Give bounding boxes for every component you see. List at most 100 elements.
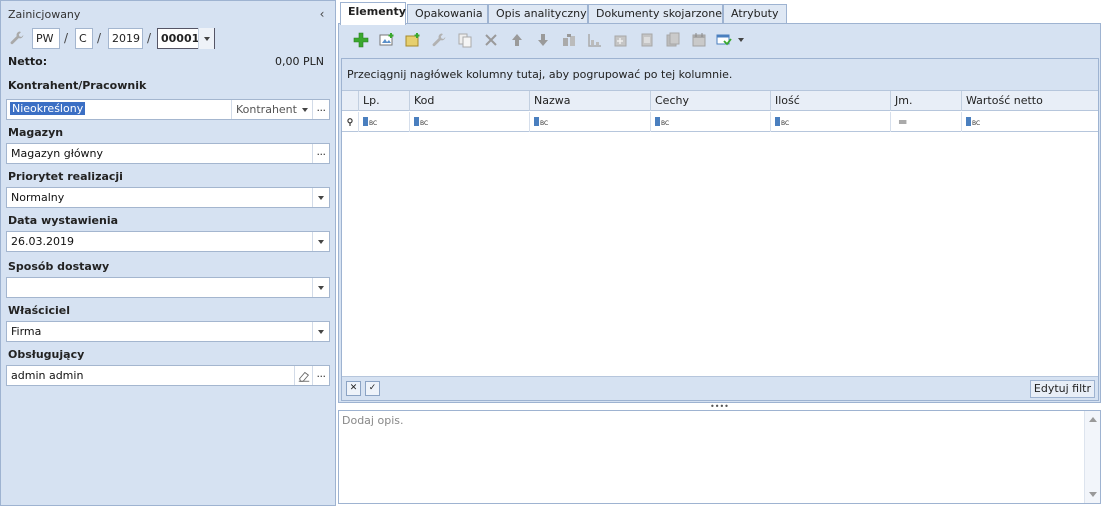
toolbar [349,30,1089,52]
netto-value: 0,00 PLN [275,55,324,68]
column-header-lp[interactable]: Lp. [358,91,409,111]
description-scrollbar[interactable] [1084,411,1100,503]
move-down-icon[interactable] [533,30,553,50]
filter-cell-cechy[interactable]: BC [650,112,770,132]
delete-icon[interactable] [481,30,501,50]
wrench-icon[interactable] [429,30,449,50]
text-filter-icon: BC [414,117,428,126]
calendar-icon[interactable] [689,30,709,50]
column-header-ilosc[interactable]: Ilość [770,91,890,111]
filter-cell-nazwa[interactable]: BC [529,112,650,132]
text-filter-icon: BC [775,117,789,126]
eraser-icon[interactable] [294,366,312,385]
scroll-up-icon[interactable] [1089,417,1097,422]
chevron-down-icon[interactable] [312,278,329,297]
contractor-field[interactable]: Nieokreślony Kontrahent ... [6,99,330,120]
tab-analytical-description[interactable]: Opis analityczny [488,4,588,24]
filter-row: BC BC BC BC BC ═ BC [342,112,1098,132]
add-icon[interactable] [351,30,371,50]
handler-field[interactable]: admin admin ... [6,365,330,386]
delivery-label: Sposób dostawy [8,260,110,273]
owner-value: Firma [11,325,42,338]
row-indicator-header [342,91,358,111]
number-separator: / [64,31,69,45]
elements-tab-content: Przeciągnij nagłówek kolumny tutaj, aby … [338,23,1101,403]
tab-attributes[interactable]: Atrybuty [723,4,787,24]
text-filter-icon: BC [966,117,980,126]
text-filter-icon: BC [655,117,669,126]
print-options-icon[interactable] [715,30,745,50]
svg-text:BC: BC [781,120,789,126]
contractor-value[interactable]: Nieokreślony [10,102,86,115]
svg-text:BC: BC [972,120,980,126]
grid-header-row: Lp. Kod Nazwa Cechy Ilość Jm. Wartość ne… [342,91,1098,111]
filter-row-icon [342,112,358,132]
filter-cell-wartosc-netto[interactable]: BC [961,112,1098,132]
description-area[interactable]: Dodaj opis. [338,410,1101,504]
elements-grid: Przeciągnij nagłówek kolumny tutaj, aby … [341,58,1099,401]
filter-cell-ilosc[interactable]: BC [770,112,890,132]
filter-cell-kod[interactable]: BC [409,112,529,132]
doc-series-field[interactable]: C [75,28,93,49]
warehouse-field[interactable]: Magazyn główny ... [6,143,330,164]
priority-value: Normalny [11,191,65,204]
chevron-down-icon[interactable] [312,322,329,341]
column-header-kod[interactable]: Kod [409,91,529,111]
svg-text:BC: BC [420,120,428,126]
more-options-button[interactable]: ... [312,100,329,119]
netto-label: Netto: [8,55,48,68]
document-number-row: PW / C / 2019 / 00001 [7,28,327,50]
doc-year-field[interactable]: 2019 [108,28,143,49]
issue-date-field[interactable]: 26.03.2019 [6,231,330,252]
handler-value: admin admin [11,369,84,382]
doc-number-field[interactable]: 00001 [157,28,215,49]
delivery-select[interactable] [6,277,330,298]
contractor-type-select[interactable]: Kontrahent [231,100,313,119]
document-icon[interactable] [637,30,657,50]
chevron-down-icon[interactable] [198,28,214,49]
split-icon[interactable] [559,30,579,50]
tab-elements[interactable]: Elementy [340,2,406,25]
clear-filter-icon[interactable]: ✕ [346,381,361,396]
contractor-label: Kontrahent/Pracownik [8,79,147,92]
svg-text:BC: BC [661,120,669,126]
text-filter-icon: BC [534,117,548,126]
chevron-down-icon[interactable] [312,188,329,207]
chart-icon[interactable] [585,30,605,50]
scroll-down-icon[interactable] [1089,492,1097,497]
add-from-list-icon[interactable] [377,30,397,50]
owner-select[interactable]: Firma [6,321,330,342]
column-header-wartosc-netto[interactable]: Wartość netto [961,91,1098,111]
svg-text:BC: BC [369,120,377,126]
filter-cell-jm[interactable]: ═ [890,112,961,132]
tab-related-documents[interactable]: Dokumenty skojarzone [588,4,723,24]
chevron-down-icon[interactable] [302,108,308,112]
group-by-hint: Przeciągnij nagłówek kolumny tutaj, aby … [342,59,1098,91]
tab-packaging[interactable]: Opakowania [407,4,488,24]
column-header-jm[interactable]: Jm. [890,91,961,111]
issue-date-label: Data wystawienia [8,214,119,227]
priority-select[interactable]: Normalny [6,187,330,208]
column-header-nazwa[interactable]: Nazwa [529,91,650,111]
equals-filter-icon: ═ [899,115,907,129]
grid-footer: ✕ ✓ Edytuj filtr [342,376,1098,400]
more-options-button[interactable]: ... [312,366,329,385]
move-up-icon[interactable] [507,30,527,50]
wrench-icon[interactable] [9,30,25,46]
column-header-cechy[interactable]: Cechy [650,91,770,111]
filter-enabled-checkbox[interactable]: ✓ [365,381,380,396]
copy-icon[interactable] [455,30,475,50]
collapse-panel-icon[interactable]: ‹ [315,7,329,21]
edit-filter-button[interactable]: Edytuj filtr [1029,380,1095,398]
description-placeholder: Dodaj opis. [342,414,404,427]
owner-label: Właściciel [8,304,70,317]
add-folder-icon[interactable] [403,30,423,50]
warehouse-label: Magazyn [8,126,64,139]
add-document-icon[interactable] [611,30,631,50]
more-options-button[interactable]: ... [312,144,329,163]
doc-prefix-field[interactable]: PW [32,28,60,49]
filter-cell-lp[interactable]: BC [358,112,409,132]
documents-icon[interactable] [663,30,683,50]
number-separator: / [147,31,152,45]
chevron-down-icon[interactable] [312,232,329,251]
